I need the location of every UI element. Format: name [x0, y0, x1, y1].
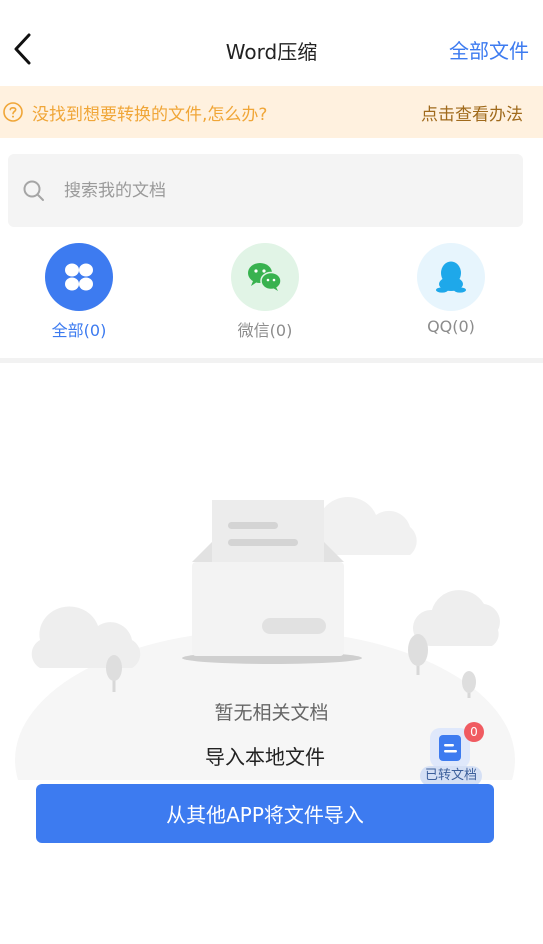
all-files-link[interactable]: 全部文件 — [449, 35, 529, 64]
search-bar — [8, 154, 523, 227]
wechat-icon — [231, 243, 299, 311]
converted-count-badge: 0 — [464, 722, 484, 742]
empty-message: 暂无相关文档 — [214, 702, 329, 724]
section-divider — [0, 358, 543, 363]
category-label: 全部(0) — [51, 321, 107, 340]
tip-text: 没找到想要转换的文件,怎么办? — [32, 105, 268, 125]
search-input[interactable] — [62, 176, 486, 206]
category-qq[interactable]: QQ(0) — [381, 243, 521, 336]
qq-icon — [417, 243, 485, 311]
tip-help-link[interactable]: 点击查看办法 — [421, 100, 523, 125]
import-from-app-button[interactable]: 从其他APP将文件导入 — [36, 784, 494, 843]
search-icon — [23, 180, 44, 201]
category-all[interactable]: 全部(0) — [9, 243, 149, 341]
converted-docs-button[interactable]: 0 已转文档 — [418, 722, 484, 786]
category-label: QQ(0) — [427, 317, 475, 336]
category-label: 微信(0) — [237, 321, 293, 340]
converted-docs-label: 已转文档 — [420, 766, 482, 786]
top-bar: Word压缩 全部文件 — [0, 0, 543, 98]
category-wechat[interactable]: 微信(0) — [195, 243, 335, 341]
grid-icon — [45, 243, 113, 311]
help-tip-banner: 没找到想要转换的文件,怎么办? 点击查看办法 — [0, 86, 543, 138]
question-icon — [3, 102, 23, 122]
